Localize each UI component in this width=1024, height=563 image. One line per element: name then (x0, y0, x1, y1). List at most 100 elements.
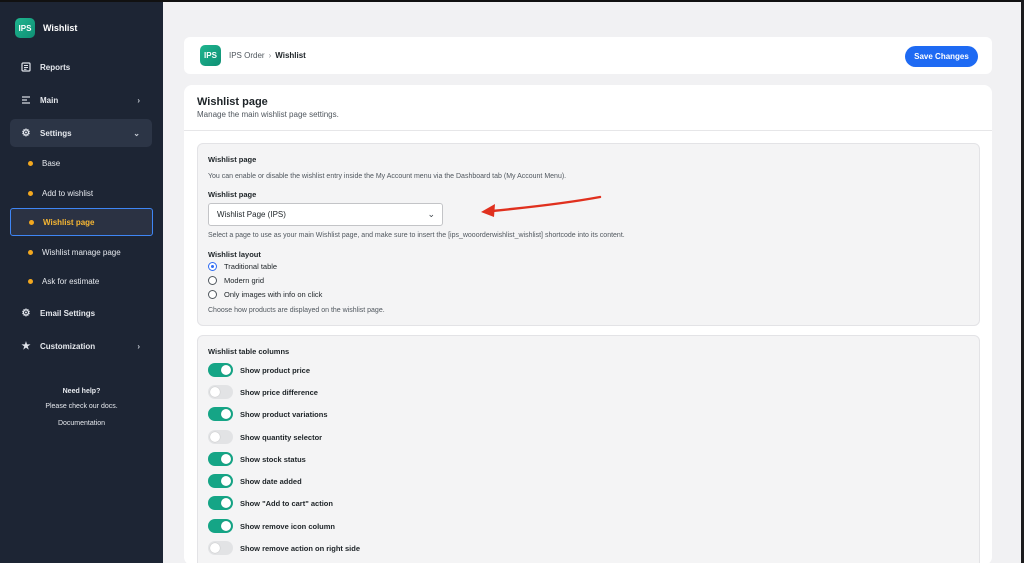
toggle-label: Show product variations (240, 409, 328, 419)
sidebar-item-settings[interactable]: ⚙ Settings ⌄ (10, 119, 152, 147)
sidebar-item-label: Reports (40, 62, 71, 72)
settings-panel: Wishlist page Manage the main wishlist p… (184, 85, 992, 563)
sidebar-item-main[interactable]: Main › (10, 86, 152, 114)
sidebar-subitem-label: Base (42, 158, 61, 168)
gear-icon: ⚙ (21, 307, 31, 319)
sidebar-item-label: Customization (40, 341, 96, 351)
sidebar-subitem-label: Wishlist page (43, 217, 95, 227)
sidebar-item-reports[interactable]: Reports (10, 53, 152, 81)
layout-label: Wishlist layout (208, 250, 261, 259)
section-title: Wishlist table columns (208, 347, 290, 356)
page-title: Wishlist page (197, 96, 268, 108)
radio-label: Modern grid (224, 276, 265, 285)
radio-traditional-table[interactable]: Traditional table (208, 262, 277, 271)
toggle-switch[interactable] (208, 385, 233, 399)
toggle-switch[interactable] (208, 474, 233, 488)
help-text: Please check our docs. (45, 403, 118, 410)
toggle-switch[interactable] (208, 430, 233, 444)
bullet-dot-icon (28, 278, 33, 284)
section-description: You can enable or disable the wishlist e… (208, 173, 567, 180)
star-icon: ★ (21, 340, 31, 352)
toggle-show-product-variations[interactable]: Show product variations (208, 407, 328, 421)
toggle-show-price-difference[interactable]: Show price difference (208, 385, 318, 399)
sidebar-subitem-ask-for-estimate[interactable]: Ask for estimate (10, 267, 153, 295)
bullet-dot-icon (28, 249, 33, 255)
sidebar-item-label: Email Settings (40, 308, 96, 318)
save-changes-button[interactable]: Save Changes (905, 46, 978, 67)
sidebar-item-customization[interactable]: ★ Customization › (10, 332, 152, 360)
toggle-show-date-added[interactable]: Show date added (208, 474, 302, 488)
chevron-down-icon: ⌄ (133, 128, 140, 138)
toggle-show-stock-status[interactable]: Show stock status (208, 452, 306, 466)
toggle-switch[interactable] (208, 407, 233, 421)
sidebar-subitem-label: Add to wishlist (42, 188, 94, 198)
toggle-switch[interactable] (208, 541, 233, 555)
report-icon (20, 61, 32, 73)
radio-modern-grid[interactable]: Modern grid (208, 276, 264, 285)
sidebar-subitem-add-to-wishlist[interactable]: Add to wishlist (10, 179, 153, 207)
section-title: Wishlist page (208, 155, 257, 164)
documentation-link[interactable]: Documentation (0, 420, 163, 427)
wishlist-page-section: Wishlist page You can enable or disable … (197, 143, 980, 326)
radio-only-images[interactable]: Only images with info on click (208, 290, 322, 299)
radio-button[interactable] (208, 276, 217, 285)
breadcrumb-current: Wishlist (275, 51, 306, 60)
toggle-show-add-to-cart[interactable]: Show "Add to cart" action (208, 496, 333, 510)
toggle-label: Show remove icon column (240, 521, 336, 531)
toggle-label: Show stock status (240, 454, 306, 464)
toggle-label: Show date added (240, 476, 302, 486)
annotation-arrow (481, 195, 602, 217)
breadcrumb-parent[interactable]: IPS Order (229, 51, 265, 60)
brand-logo: IPS (15, 18, 35, 38)
chevron-down-icon: ⌄ (427, 209, 435, 219)
brand[interactable]: IPS Wishlist (15, 18, 77, 38)
bullet-dot-icon (29, 219, 34, 225)
bullet-dot-icon (28, 190, 33, 196)
sidebar-item-label: Settings (40, 128, 72, 138)
gear-icon: ⚙ (21, 127, 31, 139)
wishlist-page-select[interactable]: Wishlist Page (IPS) ⌄ (208, 203, 443, 226)
sidebar-item-email-settings[interactable]: ⚙ Email Settings (10, 299, 152, 327)
select-value: Wishlist Page (IPS) (217, 210, 286, 219)
header-logo: IPS (200, 45, 221, 66)
radio-label: Traditional table (224, 262, 278, 271)
toggle-show-product-price[interactable]: Show product price (208, 363, 310, 377)
toggle-label: Show quantity selector (240, 432, 323, 442)
help-title: Need help? (62, 388, 101, 395)
page-subtitle: Manage the main wishlist page settings. (197, 110, 339, 119)
toggle-label: Show "Add to cart" action (240, 498, 333, 508)
sidebar-subitem-wishlist-page[interactable]: Wishlist page (10, 208, 153, 236)
sidebar-subitem-base[interactable]: Base (10, 149, 153, 177)
toggle-label: Show remove action on right side (240, 543, 361, 553)
sidebar-subitem-wishlist-manage-page[interactable]: Wishlist manage page (10, 238, 153, 266)
sidebar-item-label: Main (40, 95, 59, 105)
toggle-show-remove-action-right[interactable]: Show remove action on right side (208, 541, 360, 555)
toggle-label: Show product price (240, 365, 311, 375)
sidebar: IPS Wishlist Reports Main › ⚙ Settings ⌄… (0, 2, 163, 563)
select-help-text: Select a page to use as your main Wishli… (208, 232, 625, 239)
layout-help-text: Choose how products are displayed on the… (208, 307, 385, 314)
breadcrumb: IPS Order › Wishlist (229, 51, 306, 60)
wishlist-table-columns-section: Wishlist table columns Show product pric… (197, 335, 980, 563)
sidebar-subitem-label: Wishlist manage page (42, 247, 121, 257)
toggle-switch[interactable] (208, 363, 233, 377)
toggle-switch[interactable] (208, 452, 233, 466)
toggle-switch[interactable] (208, 496, 233, 510)
toggle-switch[interactable] (208, 519, 233, 533)
page-header: IPS IPS Order › Wishlist Save Changes (184, 37, 992, 74)
panel-header: Wishlist page Manage the main wishlist p… (184, 85, 992, 131)
toggle-show-remove-icon-column[interactable]: Show remove icon column (208, 519, 335, 533)
bullet-dot-icon (28, 160, 33, 166)
chevron-right-icon: › (137, 95, 140, 105)
radio-label: Only images with info on click (224, 290, 323, 299)
toggle-label: Show price difference (240, 387, 318, 397)
toggle-show-quantity-selector[interactable]: Show quantity selector (208, 430, 322, 444)
list-icon (20, 94, 32, 106)
radio-button-checked[interactable] (208, 262, 217, 271)
brand-title: Wishlist (43, 23, 78, 33)
chevron-right-icon: › (137, 341, 140, 351)
radio-button[interactable] (208, 290, 217, 299)
sidebar-subitem-label: Ask for estimate (42, 276, 100, 286)
select-label: Wishlist page (208, 190, 257, 199)
breadcrumb-separator: › (268, 51, 272, 60)
